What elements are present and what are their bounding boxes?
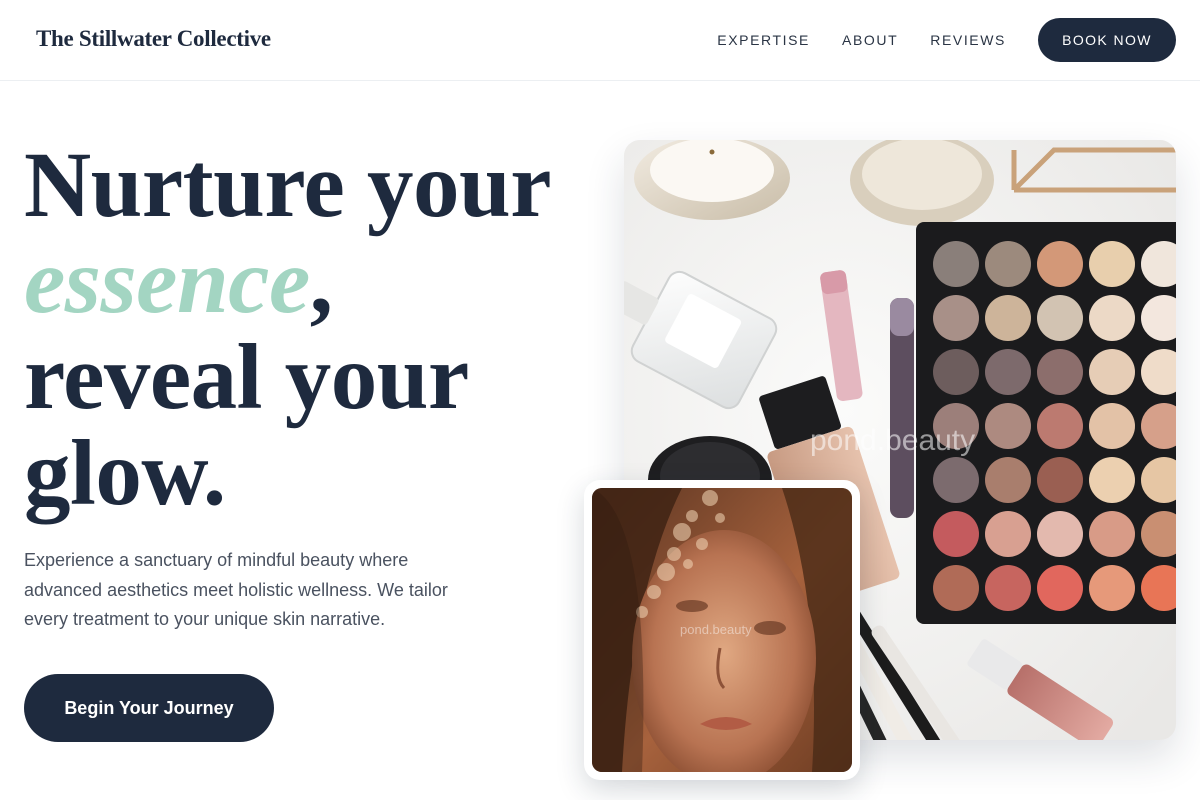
eyeshadow-pan (933, 241, 979, 287)
eyeshadow-pan (933, 565, 979, 611)
eyeshadow-pan (1089, 349, 1135, 395)
hero-headline: Nurture your essence, reveal your glow. (24, 138, 584, 522)
headline-comma: , (309, 230, 333, 333)
eyeshadow-pan (1089, 403, 1135, 449)
nav-link-reviews[interactable]: REVIEWS (930, 32, 1006, 48)
eyeshadow-pan (933, 457, 979, 503)
eyeshadow-pan (1089, 241, 1135, 287)
eyeshadow-pan (1089, 295, 1135, 341)
headline-line-3: reveal your (24, 326, 469, 429)
site-header: The Stillwater Collective EXPERTISE ABOU… (0, 0, 1200, 81)
eyeshadow-pan (1037, 241, 1083, 287)
eyeshadow-pan (985, 511, 1031, 557)
eyeshadow-pan (985, 403, 1031, 449)
portrait-card: pond.beauty (584, 480, 860, 780)
headline-line-4: glow. (24, 422, 226, 525)
eyeshadow-palette (916, 222, 1176, 624)
eyeshadow-pan (1037, 295, 1083, 341)
headline-accent-word: essence (24, 230, 310, 333)
eyeshadow-pan (933, 511, 979, 557)
begin-journey-button[interactable]: Begin Your Journey (24, 674, 274, 742)
eyeshadow-pan (985, 349, 1031, 395)
mascara-tube (890, 298, 914, 518)
portrait-image: pond.beauty (592, 488, 852, 772)
eyeshadow-pan (1089, 511, 1135, 557)
main-nav: EXPERTISE ABOUT REVIEWS BOOK NOW (717, 18, 1176, 62)
eyeshadow-pan (933, 295, 979, 341)
nav-link-about[interactable]: ABOUT (842, 32, 898, 48)
portrait-watermark: pond.beauty (680, 622, 752, 637)
eyeshadow-pan (985, 457, 1031, 503)
eyeshadow-pan (985, 295, 1031, 341)
brand-logo[interactable]: The Stillwater Collective (36, 26, 271, 52)
eyeshadow-pan (1037, 565, 1083, 611)
eyeshadow-pan (985, 565, 1031, 611)
main-image-watermark: pond.beauty (810, 424, 976, 457)
eyeshadow-pan (1037, 349, 1083, 395)
eyeshadow-pan (1037, 511, 1083, 557)
book-now-button[interactable]: BOOK NOW (1038, 18, 1176, 62)
hero-description: Experience a sanctuary of mindful beauty… (24, 550, 448, 629)
headline-line-1: Nurture your (24, 134, 551, 237)
eyeshadow-pan (1037, 403, 1083, 449)
eyeshadow-pan (1037, 457, 1083, 503)
nav-link-expertise[interactable]: EXPERTISE (717, 32, 810, 48)
eyeshadow-pan (1089, 565, 1135, 611)
eyeshadow-pan (1089, 457, 1135, 503)
eyeshadow-pan (985, 241, 1031, 287)
eyeshadow-pan (933, 349, 979, 395)
